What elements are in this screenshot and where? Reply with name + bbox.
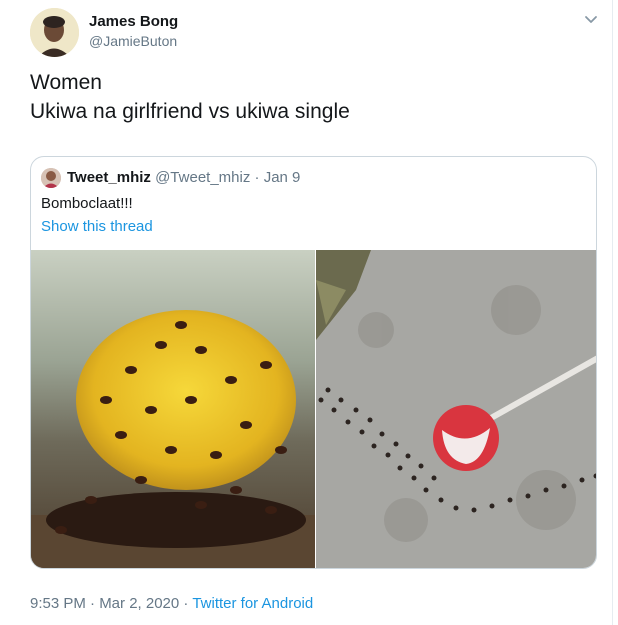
tweet-text-line: Women: [30, 71, 102, 94]
ants-on-food-image[interactable]: [31, 250, 315, 568]
tweet-text: Women Ukiwa na girlfriend vs ukiwa singl…: [30, 68, 350, 126]
quoted-date[interactable]: Jan 9: [264, 169, 301, 186]
quoted-tweet[interactable]: Tweet_mhiz @Tweet_mhiz · Jan 9 Bomboclaa…: [30, 156, 597, 569]
separator-dot: ·: [254, 169, 260, 186]
tweet-text-line: Ukiwa na girlfriend vs ukiwa single: [30, 100, 350, 123]
column-divider: [612, 0, 613, 625]
quoted-author-handle[interactable]: @Tweet_mhiz: [155, 169, 250, 186]
tweet-card: James Bong @JamieButon Women Ukiwa na gi…: [0, 0, 618, 625]
quoted-text: Bomboclaat!!!: [41, 195, 133, 212]
author-handle[interactable]: @JamieButon: [89, 33, 177, 49]
author-name[interactable]: James Bong: [89, 13, 178, 30]
author-avatar[interactable]: [30, 8, 79, 57]
quoted-header: Tweet_mhiz @Tweet_mhiz · Jan 9: [67, 169, 300, 186]
separator-dot: ·: [183, 595, 189, 612]
quoted-author-avatar[interactable]: [41, 168, 61, 188]
tweet-timestamp[interactable]: 9:53 PM · Mar 2, 2020: [30, 595, 179, 612]
tweet-footer: 9:53 PM · Mar 2, 2020 · Twitter for Andr…: [30, 595, 313, 612]
show-thread-link[interactable]: Show this thread: [41, 218, 153, 235]
ants-ignoring-lollipop-image[interactable]: [316, 250, 596, 568]
chevron-down-icon[interactable]: [580, 8, 602, 30]
tweet-source-link[interactable]: Twitter for Android: [192, 595, 313, 612]
quoted-author-name[interactable]: Tweet_mhiz: [67, 169, 151, 186]
